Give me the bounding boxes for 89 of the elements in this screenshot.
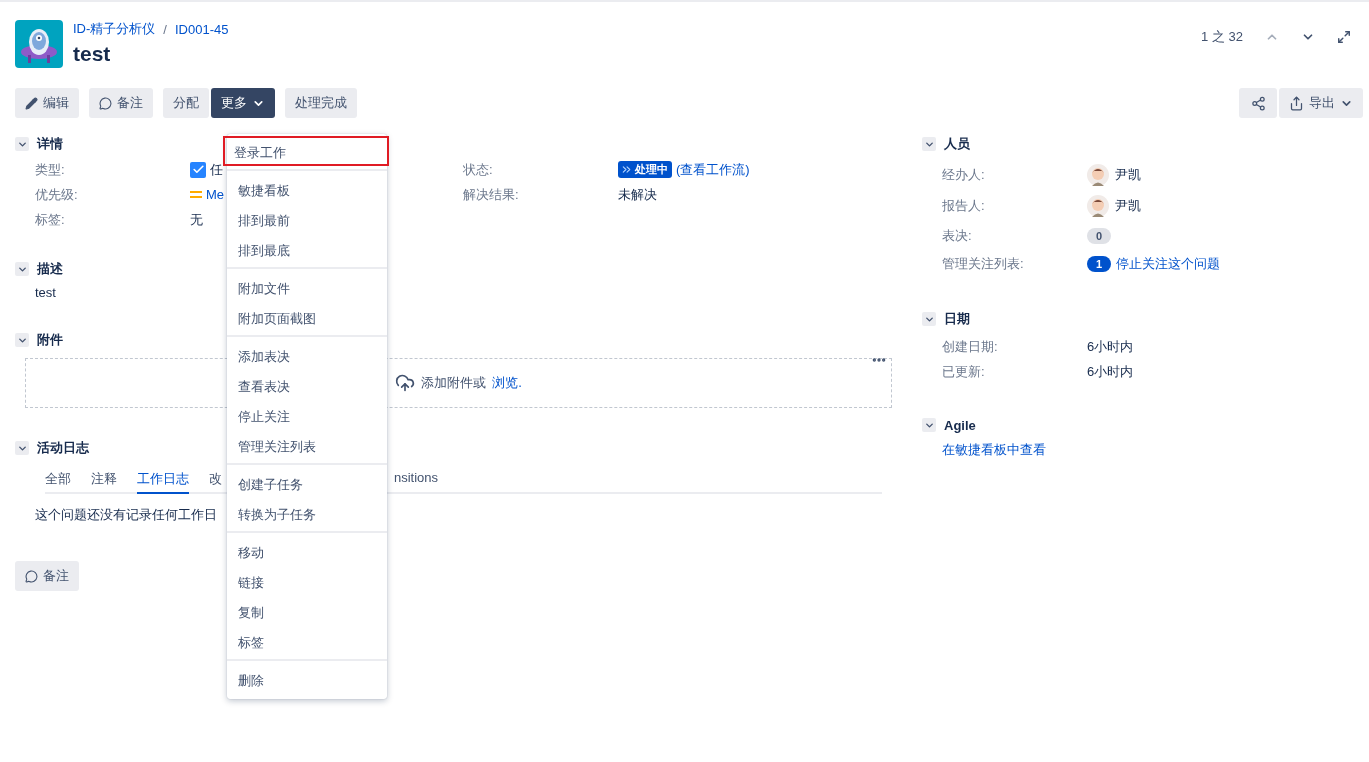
menu-item[interactable]: 附加文件 xyxy=(227,272,387,302)
collapse-toggle[interactable] xyxy=(922,418,936,432)
assign-button[interactable]: 分配 xyxy=(163,88,209,118)
breadcrumb-link[interactable]: ID001-45 xyxy=(174,21,229,37)
collapse-toggle[interactable] xyxy=(15,333,29,347)
user-name[interactable]: 尹凯 xyxy=(1115,166,1141,184)
menu-item[interactable]: 复制 xyxy=(227,596,387,626)
collapse-toggle[interactable] xyxy=(15,262,29,276)
collapse-toggle[interactable] xyxy=(15,137,29,151)
menu-item[interactable]: 标签 xyxy=(227,626,387,656)
issue-title: test xyxy=(73,42,112,66)
activity-tab[interactable]: 工作日志 xyxy=(137,470,189,494)
menu-item[interactable]: 移动 xyxy=(227,536,387,566)
menu-item[interactable]: 附加页面截图 xyxy=(227,302,387,332)
field-value: 无 xyxy=(190,210,203,229)
comment-icon xyxy=(25,569,38,583)
more-button[interactable]: 更多 xyxy=(211,88,275,118)
expand-icon[interactable] xyxy=(1337,30,1351,44)
field-label: 优先级: xyxy=(35,185,79,204)
field-value: 任 xyxy=(210,160,223,179)
field-label: 解决结果: xyxy=(463,185,520,204)
workflow-link[interactable]: (查看工作流) xyxy=(676,160,750,179)
unwatch-link[interactable]: 停止关注这个问题 xyxy=(1116,254,1220,273)
breadcrumb-separator: / xyxy=(163,21,167,37)
priority-icon xyxy=(190,189,202,200)
comment-button[interactable]: 备注 xyxy=(15,561,79,591)
dropzone-text: 添加附件或 xyxy=(421,374,487,392)
menu-item[interactable]: 登录工作 xyxy=(223,136,389,166)
share-button[interactable] xyxy=(1239,88,1277,118)
section-title: 活动日志 xyxy=(37,439,89,457)
menu-item[interactable]: 管理关注列表 xyxy=(227,430,387,460)
avatar-icon xyxy=(1087,195,1109,217)
browse-link[interactable]: 浏览. xyxy=(492,374,522,392)
section-title: 人员 xyxy=(944,135,970,153)
section-title: Agile xyxy=(944,417,976,433)
field-label: 报告人: xyxy=(942,197,986,215)
menu-item[interactable]: 链接 xyxy=(227,566,387,596)
comment-icon xyxy=(99,96,112,110)
export-icon xyxy=(1289,95,1304,111)
avatar-icon xyxy=(1087,164,1109,186)
section-title: 详情 xyxy=(37,135,63,153)
project-logo xyxy=(15,20,63,68)
watcher-count: 1 xyxy=(1087,255,1111,272)
menu-item[interactable]: 查看表决 xyxy=(227,370,387,400)
edit-button[interactable]: 编辑 xyxy=(15,88,79,118)
menu-item[interactable]: 敏捷看板 xyxy=(227,174,387,204)
section-title: 描述 xyxy=(37,260,63,278)
activity-tab[interactable]: 改 xyxy=(209,470,222,494)
field-label: 表决: xyxy=(942,226,973,245)
field-label: 状态: xyxy=(463,160,494,179)
menu-item[interactable]: 创建子任务 xyxy=(227,468,387,498)
field-value: 6小时内 xyxy=(1087,362,1134,381)
empty-worklog-text: 这个问题还没有记录任何工作日 xyxy=(35,506,217,524)
field-value[interactable]: Me xyxy=(206,187,225,202)
collapse-toggle[interactable] xyxy=(922,312,936,326)
collapse-toggle[interactable] xyxy=(922,137,936,151)
section-title: 附件 xyxy=(37,331,63,349)
field-label: 类型: xyxy=(35,160,66,179)
share-icon xyxy=(1250,95,1266,111)
activity-tab[interactable]: nsitions xyxy=(394,470,439,494)
board-link[interactable]: 在敏捷看板中查看 xyxy=(942,442,1046,457)
menu-item[interactable]: 删除 xyxy=(227,664,387,694)
resolve-button[interactable]: 处理完成 xyxy=(285,88,357,118)
chevrons-icon xyxy=(620,163,633,176)
status-lozenge: 处理中 xyxy=(618,161,672,178)
upload-icon xyxy=(395,373,416,393)
field-label: 标签: xyxy=(35,210,66,229)
export-button[interactable]: 导出 xyxy=(1279,88,1363,118)
field-label: 创建日期: xyxy=(942,337,999,356)
menu-item[interactable]: 转换为子任务 xyxy=(227,498,387,528)
menu-item[interactable]: 排到最前 xyxy=(227,204,387,234)
task-checkbox-icon xyxy=(190,161,206,178)
vote-count: 0 xyxy=(1087,227,1111,244)
user-name[interactable]: 尹凯 xyxy=(1115,197,1141,215)
description-text: test xyxy=(35,285,56,300)
activity-tab[interactable]: 全部 xyxy=(45,470,71,494)
breadcrumb-link[interactable]: ID-精子分析仪 xyxy=(73,20,156,38)
field-value: 未解决 xyxy=(618,185,657,204)
field-label: 管理关注列表: xyxy=(942,254,1025,273)
field-value: 6小时内 xyxy=(1087,337,1134,356)
activity-tab[interactable]: 注释 xyxy=(91,470,117,494)
field-label: 已更新: xyxy=(942,362,986,381)
section-title: 日期 xyxy=(944,310,970,328)
issue-counter: 1 之 32 xyxy=(1201,28,1243,46)
comment-button[interactable]: 备注 xyxy=(89,88,153,118)
field-label: 经办人: xyxy=(942,166,986,184)
pencil-icon xyxy=(25,96,38,110)
menu-item[interactable]: 排到最底 xyxy=(227,234,387,264)
collapse-toggle[interactable] xyxy=(15,441,29,455)
